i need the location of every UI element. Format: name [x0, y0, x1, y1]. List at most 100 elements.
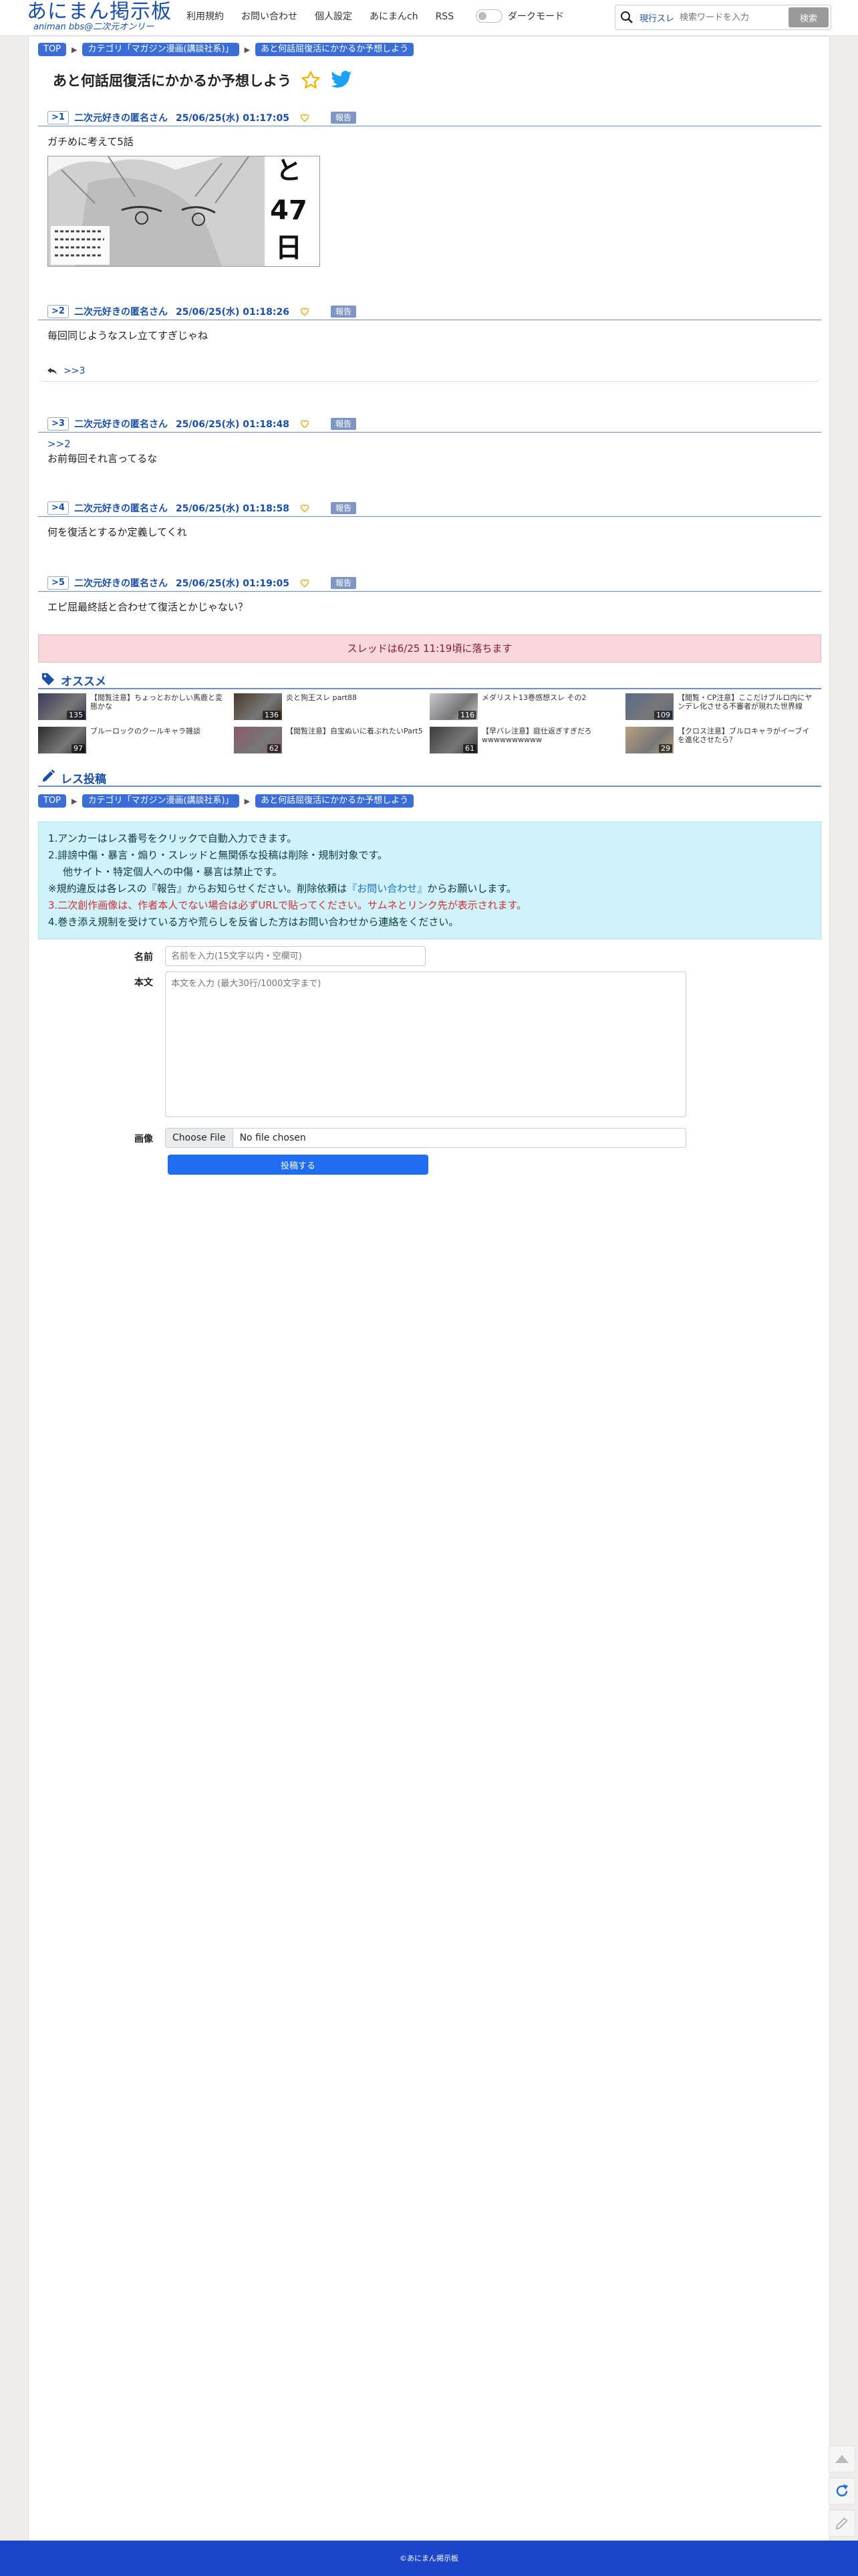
recommend-thumbnail: 136 [234, 693, 282, 720]
rule-line: ※規約違反は各レスの『報告』からお知らせください。削除依頼は『お問い合わせ』から… [48, 881, 811, 897]
heart-icon[interactable] [300, 578, 309, 587]
recommend-item[interactable]: 62 【閲覧注意】自宝ぬいに着ぶれたいPart5 [234, 727, 423, 753]
post-text: エピ屈最終話と合わせて復活とかじゃない？ [47, 601, 249, 613]
nav-contact[interactable]: お問い合わせ [233, 9, 306, 24]
post-2: >2 二次元好きの匿名さん 25/06/25(水) 01:18:26 報告 毎回… [38, 303, 821, 382]
nav-settings[interactable]: 個人設定 [306, 9, 361, 24]
posting-rules-box: 1.アンカーはレス番号をクリックで自動入力できます。 2.誹謗中傷・暴言・煽り・… [38, 822, 821, 939]
recommend-title-text: 【閲覧注意】自宝ぬいに着ぶれたいPart5 [286, 727, 423, 735]
report-button[interactable]: 報告 [330, 111, 356, 124]
image-file-input[interactable]: Choose File No file chosen [165, 1128, 686, 1148]
breadcrumb-separator: ▶ [72, 796, 78, 806]
page-container: TOP ▶ カテゴリ「マガジン漫画(講談社系)」 ▶ あと何話屈復活にかかるか予… [28, 37, 830, 2541]
breadcrumb-bottom: TOP ▶ カテゴリ「マガジン漫画(講談社系)」 ▶ あと何話屈復活にかかるか予… [38, 794, 821, 808]
nav-animanch[interactable]: あにまんch [361, 9, 427, 24]
post-body: >>2 お前毎回それ言ってるな [38, 433, 821, 466]
post-date: 25/06/25(水) 01:17:05 [175, 112, 289, 124]
recommend-item[interactable]: 61 【早バレ注意】庭仕返ぎすぎだろwwwwwwwwww [430, 727, 619, 753]
heart-icon[interactable] [300, 113, 309, 122]
post-text: ガチめに考えて5話 [47, 136, 134, 148]
breadcrumb-separator: ▶ [244, 45, 251, 54]
search-input[interactable] [680, 7, 789, 27]
toggle-knob [478, 12, 486, 20]
recommend-comment-count: 61 [463, 744, 476, 753]
recommend-item[interactable]: 136 炎と狗王スレ part88 [234, 693, 423, 720]
heart-icon[interactable] [300, 307, 309, 316]
recommend-item[interactable]: 116 メダリスト13巻感想スレ その2 [430, 693, 619, 720]
name-row: 名前 [38, 946, 821, 966]
post-header: >1 二次元好きの匿名さん 25/06/25(水) 01:17:05 報告 [38, 109, 821, 126]
recommend-item[interactable]: 29 【クロス注意】ブルロキャラがイーブイを進化させたら？ [625, 727, 815, 753]
post-number[interactable]: >4 [47, 501, 69, 515]
post-5: >5 二次元好きの匿名さん 25/06/25(水) 01:19:05 報告 エピ… [38, 574, 821, 614]
write-button[interactable] [829, 2510, 855, 2537]
post-date: 25/06/25(水) 01:18:48 [175, 419, 289, 430]
breadcrumb-top[interactable]: TOP [38, 794, 67, 808]
contact-link[interactable]: 『お問い合わせ』 [347, 883, 427, 895]
recommend-comment-count: 29 [659, 744, 672, 753]
search-box: 現行スレ 検索 [615, 5, 831, 30]
site-logo[interactable]: あにまん掲示板 animan bbs@二次元オンリー [27, 1, 174, 32]
post-author: 二次元好きの匿名さん [74, 503, 168, 514]
post-author: 二次元好きの匿名さん [74, 419, 168, 430]
breadcrumb-thread[interactable]: あと何話屈復活にかかるか予想しよう [255, 43, 414, 56]
post-body: 何を復活とするか定義してくれ [38, 517, 821, 540]
report-button[interactable]: 報告 [330, 417, 356, 430]
post-text: 何を復活とするか定義してくれ [47, 526, 187, 538]
reply-bar: >>3 [38, 360, 821, 382]
reply-form-title: レス投稿 [61, 772, 106, 786]
twitter-share-icon[interactable] [330, 70, 353, 90]
nav-rss[interactable]: RSS [427, 9, 463, 24]
reply-anchor-link[interactable]: >>3 [63, 366, 85, 376]
submit-button[interactable]: 投稿する [168, 1155, 428, 1175]
heart-icon[interactable] [300, 503, 309, 512]
breadcrumb-thread[interactable]: あと何話屈復活にかかるか予想しよう [255, 794, 414, 808]
reload-button[interactable] [829, 2478, 855, 2504]
recommend-item[interactable]: 135 【閲覧注意】ちょっとおかしい馬鹿と変態かな [38, 693, 227, 720]
post-image[interactable]: と 47 日 [47, 156, 320, 267]
post-number[interactable]: >3 [47, 417, 69, 431]
image-row: 画像 Choose File No file chosen [38, 1128, 821, 1148]
post-date: 25/06/25(水) 01:18:58 [175, 503, 289, 514]
post-header: >2 二次元好きの匿名さん 25/06/25(水) 01:18:26 報告 [38, 303, 821, 320]
recommend-item[interactable]: 97 ブルーロックのクールキャラ雑談 [38, 727, 227, 753]
favorite-star-icon[interactable] [301, 70, 321, 90]
recommend-thumbnail: 135 [38, 693, 86, 720]
reply-form-header: レス投稿 [38, 769, 821, 787]
report-button[interactable]: 報告 [330, 305, 356, 318]
post-number[interactable]: >1 [47, 110, 69, 124]
search-scope-select[interactable]: 現行スレ [638, 11, 680, 24]
breadcrumb-category[interactable]: カテゴリ「マガジン漫画(講談社系)」 [82, 794, 239, 808]
breadcrumb-top[interactable]: TOP [38, 43, 67, 56]
post-4: >4 二次元好きの匿名さん 25/06/25(水) 01:18:58 報告 何を… [38, 499, 821, 540]
breadcrumb-category[interactable]: カテゴリ「マガジン漫画(講談社系)」 [82, 43, 239, 56]
recommend-title-text: メダリスト13巻感想スレ その2 [482, 693, 587, 702]
name-input[interactable] [165, 946, 426, 966]
report-button[interactable]: 報告 [330, 576, 356, 589]
recommend-item[interactable]: 109 【閲覧・CP注意】ここだけブルロ内にヤンデレ化させる不審者が現れた世界線 [625, 693, 815, 720]
rule-line: 3.二次創作画像は、作者本人でない場合は必ずURLで貼ってください。サムネとリン… [48, 899, 527, 911]
breadcrumb-separator: ▶ [244, 796, 251, 806]
recommend-comment-count: 97 [72, 744, 85, 753]
post-anchor-link[interactable]: >>2 [47, 437, 812, 451]
dark-mode-toggle[interactable] [476, 9, 503, 23]
post-number[interactable]: >2 [47, 304, 69, 318]
post-author: 二次元好きの匿名さん [74, 112, 168, 124]
search-button[interactable]: 検索 [789, 7, 829, 27]
post-text: 毎回同じようなスレ立てすぎじゃね [47, 330, 208, 342]
recommend-comment-count: 62 [267, 744, 281, 753]
nav-terms[interactable]: 利用規約 [178, 9, 233, 24]
post-body: エピ屈最終話と合わせて復活とかじゃない？ [38, 592, 821, 614]
recommend-thumbnail: 62 [234, 727, 282, 753]
recommend-header: オススメ [38, 672, 821, 689]
post-text: お前毎回それ言ってるな [47, 453, 158, 465]
recommend-title-text: 【閲覧注意】ちょっとおかしい馬鹿と変態かな [90, 693, 223, 711]
post-number[interactable]: >5 [47, 576, 69, 590]
body-textarea[interactable] [165, 971, 686, 1117]
post-header: >5 二次元好きの匿名さん 25/06/25(水) 01:19:05 報告 [38, 574, 821, 592]
choose-file-button[interactable]: Choose File [166, 1129, 233, 1147]
site-footer: ©あにまん掲示板 [0, 2541, 858, 2576]
report-button[interactable]: 報告 [330, 501, 356, 514]
scroll-top-button[interactable] [829, 2446, 855, 2472]
heart-icon[interactable] [300, 419, 309, 428]
